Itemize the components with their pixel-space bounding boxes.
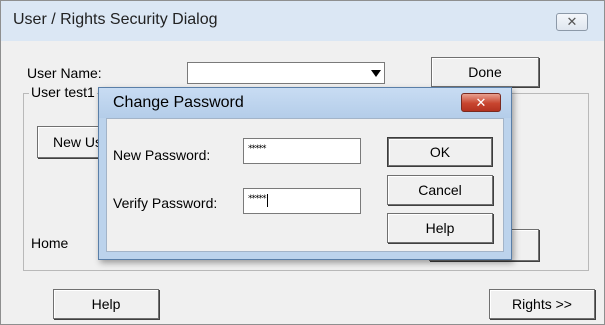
help-button-label: Help [91, 296, 121, 312]
user-name-label: User Name: [27, 65, 102, 81]
close-icon: ✕ [475, 95, 487, 110]
text-caret [266, 194, 268, 207]
done-button[interactable]: Done [431, 57, 539, 87]
new-password-label: New Password: [113, 147, 211, 163]
dialog-title: User / Rights Security Dialog [13, 11, 218, 28]
change-password-close-button[interactable]: ✕ [461, 93, 501, 112]
help-button[interactable]: Help [53, 289, 159, 319]
dialog-frame-left [99, 118, 106, 259]
ok-button[interactable]: OK [387, 137, 493, 167]
home-label: Home [31, 235, 69, 251]
new-password-value: ***** [248, 144, 266, 154]
change-password-body: New Password: ***** Verify Password: ***… [106, 118, 504, 252]
dropdown-arrow-icon[interactable] [371, 70, 381, 77]
verify-password-label: Verify Password: [113, 195, 218, 211]
change-password-help-button[interactable]: Help [387, 213, 493, 243]
cancel-button[interactable]: Cancel [387, 175, 493, 205]
cancel-button-label: Cancel [418, 182, 462, 198]
new-user-button-label: New Us [53, 134, 103, 150]
verify-password-value: ***** [248, 194, 266, 204]
ok-button-label: OK [429, 144, 451, 160]
change-password-title-bar[interactable]: Change Password ✕ [99, 88, 511, 118]
change-password-title: Change Password [113, 94, 244, 111]
rights-button-label: Rights >> [512, 296, 572, 312]
user-group-title: User test1 [29, 84, 97, 100]
new-password-input[interactable]: ***** [243, 138, 361, 164]
dialog-frame-bottom [99, 252, 511, 259]
title-bar[interactable]: User / Rights Security Dialog ✕ [1, 1, 604, 41]
close-button[interactable]: ✕ [556, 13, 588, 31]
rights-button[interactable]: Rights >> [489, 289, 595, 319]
change-password-help-label: Help [425, 220, 455, 236]
change-password-dialog: Change Password ✕ New Password: ***** Ve… [98, 87, 512, 260]
user-name-combobox[interactable] [187, 62, 385, 84]
verify-password-input[interactable]: ***** [243, 188, 361, 214]
close-icon: ✕ [566, 14, 578, 29]
dialog-frame-right [504, 118, 511, 259]
done-button-label: Done [468, 64, 502, 80]
